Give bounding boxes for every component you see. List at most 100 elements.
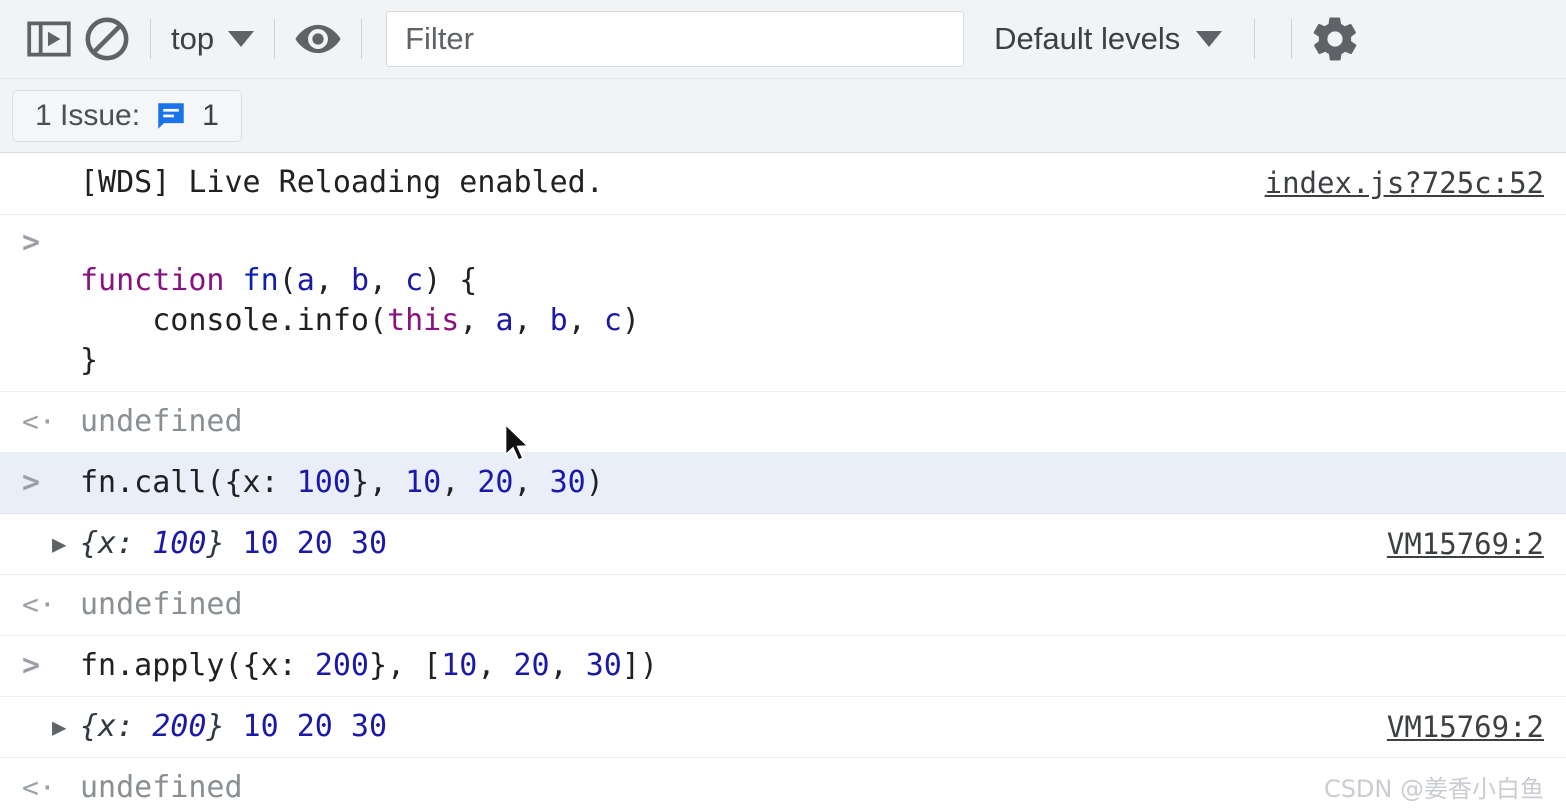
console-row-input-function[interactable]: > function fn(a, b, c) { console.info(th… <box>0 215 1566 392</box>
token-apply-mid3: , <box>549 648 586 683</box>
token-keyword-function: function <box>80 263 225 298</box>
token-paren-open: ( <box>278 263 297 298</box>
toolbar-divider-3 <box>361 19 363 59</box>
token-brace-close: } <box>80 343 99 378</box>
execution-context-label: top <box>171 21 215 56</box>
row-gutter-prompt: > <box>22 225 41 260</box>
token-comma-4: , <box>513 303 550 338</box>
token-object-value: 100 <box>152 526 207 561</box>
result-value: undefined <box>80 404 243 439</box>
token-comma-3: , <box>459 303 496 338</box>
token-apply-pre: fn.apply({x: <box>80 648 315 683</box>
token-function-name: fn <box>224 263 279 298</box>
token-brace-open: ) { <box>423 263 478 298</box>
chevron-down-icon <box>1196 31 1223 47</box>
issues-chip[interactable]: 1 Issue: 1 <box>12 89 242 142</box>
issues-count: 1 <box>202 98 219 132</box>
token-output-args: 10 20 30 <box>224 709 388 744</box>
token-paren-close: ) <box>621 303 640 338</box>
log-levels-label: Default levels <box>994 21 1181 56</box>
message-issue-icon <box>154 99 188 133</box>
token-number-30: 30 <box>585 648 622 683</box>
console-row-input-call[interactable]: > fn.call({x: 100}, 10, 20, 30) <box>0 453 1566 514</box>
token-object-value: 200 <box>152 709 207 744</box>
row-gutter-prompt: > <box>22 648 41 683</box>
execution-context-selector[interactable]: top <box>165 21 260 57</box>
toolbar-divider-1 <box>150 19 151 59</box>
result-value: undefined <box>80 587 243 622</box>
token-param-c: c <box>405 263 424 298</box>
source-link[interactable]: VM15769:2 <box>1387 697 1544 757</box>
toolbar-divider-4 <box>1254 19 1256 59</box>
console-row-message[interactable]: [WDS] Live Reloading enabled. index.js?7… <box>0 153 1566 215</box>
console-row-result[interactable]: <· undefined <box>0 575 1566 636</box>
source-link[interactable]: index.js?725c:52 <box>1265 153 1544 213</box>
settings-button[interactable] <box>1306 10 1364 68</box>
sidebar-panel-icon <box>24 14 74 64</box>
input-source-code: function fn(a, b, c) { console.info(this… <box>80 221 1566 391</box>
log-levels-selector[interactable]: Default levels <box>984 21 1232 57</box>
token-call-mid1: }, <box>350 465 406 500</box>
token-keyword-this: this <box>387 303 460 338</box>
console-row-output-apply[interactable]: ▶ {x: 200} 10 20 30 VM15769:2 <box>0 697 1566 758</box>
token-output-args: 10 20 30 <box>224 526 388 561</box>
token-number-100: 100 <box>296 465 351 500</box>
row-gutter-prompt: > <box>22 465 41 500</box>
live-expression-button[interactable] <box>289 10 347 68</box>
token-number-10: 10 <box>405 465 442 500</box>
token-apply-post: ]) <box>621 648 658 683</box>
token-number-10: 10 <box>441 648 478 683</box>
token-object-close: } <box>206 709 225 744</box>
clear-console-button[interactable] <box>78 10 136 68</box>
token-object-close: } <box>206 526 225 561</box>
token-apply-mid1: }, [ <box>369 648 442 683</box>
eye-icon <box>292 13 344 65</box>
token-call-mid3: , <box>513 465 550 500</box>
token-call-post: ) <box>585 465 604 500</box>
token-comma-2: , <box>369 263 406 298</box>
clear-console-icon <box>82 14 132 64</box>
issues-label: 1 Issue: <box>35 98 141 132</box>
token-call-pre: fn.call({x: <box>80 465 297 500</box>
token-param-a: a <box>296 263 315 298</box>
output-value: {x: 200} 10 20 30 <box>80 697 1566 757</box>
input-source-code: fn.apply({x: 200}, [10, 20, 30]) <box>80 636 1566 696</box>
filter-input[interactable]: Filter <box>386 11 965 67</box>
token-number-20: 20 <box>513 648 550 683</box>
token-comma-5: , <box>567 303 604 338</box>
chevron-down-icon <box>228 31 255 47</box>
filter-placeholder: Filter <box>405 21 474 56</box>
sidebar-panel-button[interactable] <box>20 10 78 68</box>
issues-bar: 1 Issue: 1 <box>0 79 1566 153</box>
expand-triangle-icon[interactable]: ▶ <box>22 697 80 757</box>
devtools-console-panel: top Filter Default levels 1 Issue: 1 [WD… <box>0 0 1566 812</box>
console-row-result[interactable]: <· undefined <box>0 392 1566 453</box>
token-object-open: {x: <box>80 709 153 744</box>
console-log-area: [WDS] Live Reloading enabled. index.js?7… <box>0 153 1566 812</box>
toolbar-divider-5 <box>1291 19 1293 59</box>
console-toolbar: top Filter Default levels <box>0 0 1566 79</box>
source-link[interactable]: VM15769:2 <box>1387 514 1544 574</box>
token-arg-c: c <box>603 303 622 338</box>
toolbar-divider-2 <box>274 19 276 59</box>
token-apply-mid2: , <box>477 648 514 683</box>
token-object-open: {x: <box>80 526 153 561</box>
token-comma-1: , <box>314 263 351 298</box>
token-number-20: 20 <box>477 465 514 500</box>
token-param-b: b <box>350 263 369 298</box>
output-value: {x: 100} 10 20 30 <box>80 514 1566 574</box>
gear-icon <box>1309 13 1361 65</box>
row-gutter-result: <· <box>22 771 56 804</box>
input-source-code: fn.call({x: 100}, 10, 20, 30) <box>80 453 1566 513</box>
token-call-mid2: , <box>441 465 478 500</box>
token-arg-a: a <box>495 303 514 338</box>
expand-triangle-icon[interactable]: ▶ <box>22 514 80 574</box>
console-row-input-apply[interactable]: > fn.apply({x: 200}, [10, 20, 30]) <box>0 636 1566 697</box>
token-number-30: 30 <box>549 465 586 500</box>
row-gutter-result: <· <box>22 588 56 621</box>
row-gutter-result: <· <box>22 405 56 438</box>
token-console-info: console.info( <box>152 303 388 338</box>
console-row-output-call[interactable]: ▶ {x: 100} 10 20 30 VM15769:2 <box>0 514 1566 575</box>
token-number-200: 200 <box>314 648 369 683</box>
